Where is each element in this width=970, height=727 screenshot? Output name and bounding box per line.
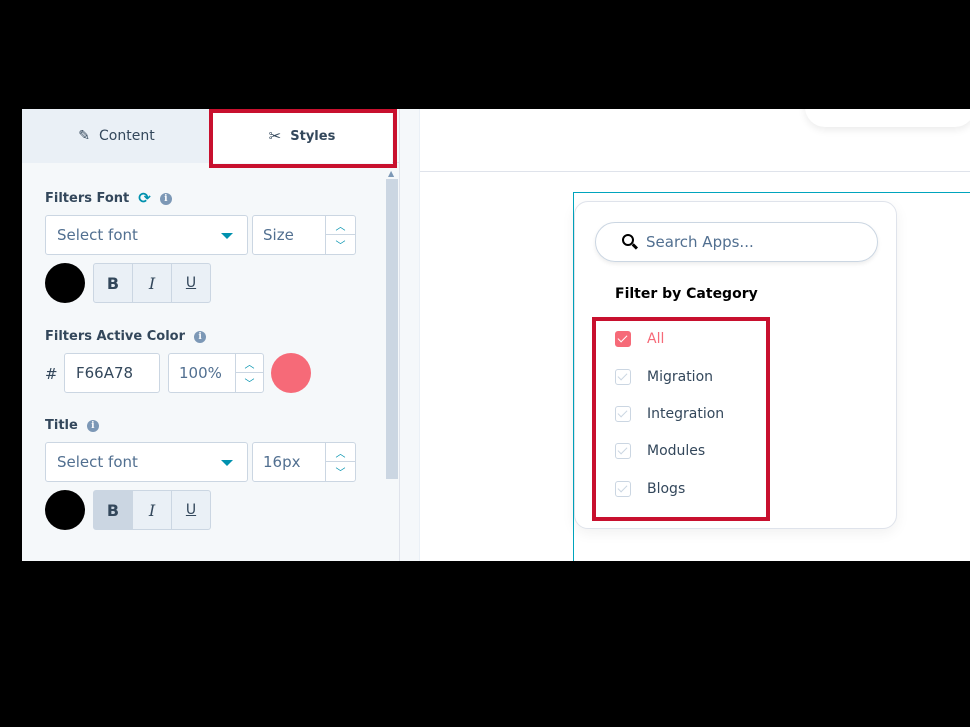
filters-font-select[interactable]: Select font <box>45 215 248 255</box>
caret-down-icon <box>221 233 233 239</box>
filters-font-size-value: Size <box>263 226 294 244</box>
filters-font-size-input[interactable]: Size ︿ ﹀ <box>252 215 356 255</box>
title-font-select[interactable]: Select font <box>45 442 248 482</box>
style-settings-panel: ✎ Content ✂ Styles Filters Font ⟳ i Sele… <box>22 109 400 561</box>
filters-active-color-label: Filters Active Color i <box>45 329 207 344</box>
active-color-opacity-input[interactable]: 100% ︿ ﹀ <box>168 353 264 393</box>
bold-button[interactable]: B <box>94 491 133 529</box>
chevron-up-icon[interactable]: ︿ <box>236 354 263 373</box>
filters-font-label-text: Filters Font <box>45 191 130 206</box>
active-color-swatch[interactable] <box>271 353 311 393</box>
title-format-group: B I U <box>93 490 211 530</box>
filters-font-color-swatch[interactable] <box>45 263 85 303</box>
filters-active-color-label-text: Filters Active Color <box>45 329 186 344</box>
search-icon <box>622 234 639 250</box>
info-icon: i <box>86 419 99 432</box>
title-font-size-input[interactable]: 16px ︿ ﹀ <box>252 442 356 482</box>
tab-content-label: Content <box>99 128 155 144</box>
bold-button[interactable]: B <box>94 264 133 302</box>
italic-button[interactable]: I <box>133 491 172 529</box>
opacity-stepper: ︿ ﹀ <box>235 354 263 392</box>
search-placeholder: Search Apps... <box>646 233 754 251</box>
scroll-thumb[interactable] <box>386 179 398 479</box>
chevron-up-icon[interactable]: ︿ <box>326 216 355 235</box>
refresh-icon[interactable]: ⟳ <box>138 191 151 206</box>
editor-screenshot: ✎ Content ✂ Styles Filters Font ⟳ i Sele… <box>22 109 970 561</box>
active-color-hex-value: F66A78 <box>76 364 134 382</box>
top-floating-card <box>805 109 970 127</box>
tab-content[interactable]: ✎ Content <box>22 109 212 163</box>
italic-button[interactable]: I <box>133 264 172 302</box>
filters-font-size-stepper: ︿ ﹀ <box>325 216 355 254</box>
title-font-size-stepper: ︿ ﹀ <box>325 443 355 481</box>
title-font-select-value: Select font <box>57 453 138 471</box>
info-icon: i <box>194 330 207 343</box>
chevron-down-icon[interactable]: ﹀ <box>236 373 263 392</box>
title-label: Title i <box>45 418 99 433</box>
categories-highlight <box>592 317 770 521</box>
panel-scrollbar[interactable]: ▲ <box>386 169 398 561</box>
filters-font-label: Filters Font ⟳ i <box>45 191 172 206</box>
chevron-down-icon[interactable]: ﹀ <box>326 462 355 481</box>
caret-down-icon <box>221 460 233 466</box>
filters-font-select-value: Select font <box>57 226 138 244</box>
active-color-hex-input[interactable]: F66A78 <box>64 353 160 393</box>
active-color-opacity-value: 100% <box>179 364 222 382</box>
filter-category-title: Filter by Category <box>615 286 758 302</box>
preview-canvas: Search Apps... Filter by Category All Mi… <box>400 109 970 561</box>
chevron-up-icon[interactable]: ︿ <box>326 443 355 462</box>
search-input[interactable]: Search Apps... <box>595 222 878 262</box>
info-icon: i <box>159 192 172 205</box>
preview-divider <box>420 171 970 172</box>
filters-font-format-group: B I U <box>93 263 211 303</box>
underline-button[interactable]: U <box>172 491 210 529</box>
underline-button[interactable]: U <box>172 264 210 302</box>
title-label-text: Title <box>45 418 78 433</box>
scroll-up-arrow-icon[interactable]: ▲ <box>388 169 394 178</box>
styles-tab-highlight <box>209 109 397 168</box>
pencil-icon: ✎ <box>78 128 91 144</box>
title-font-size-value: 16px <box>263 453 301 471</box>
hash-symbol: # <box>45 365 58 383</box>
preview-gutter <box>400 109 420 561</box>
title-color-swatch[interactable] <box>45 490 85 530</box>
chevron-down-icon[interactable]: ﹀ <box>326 235 355 254</box>
